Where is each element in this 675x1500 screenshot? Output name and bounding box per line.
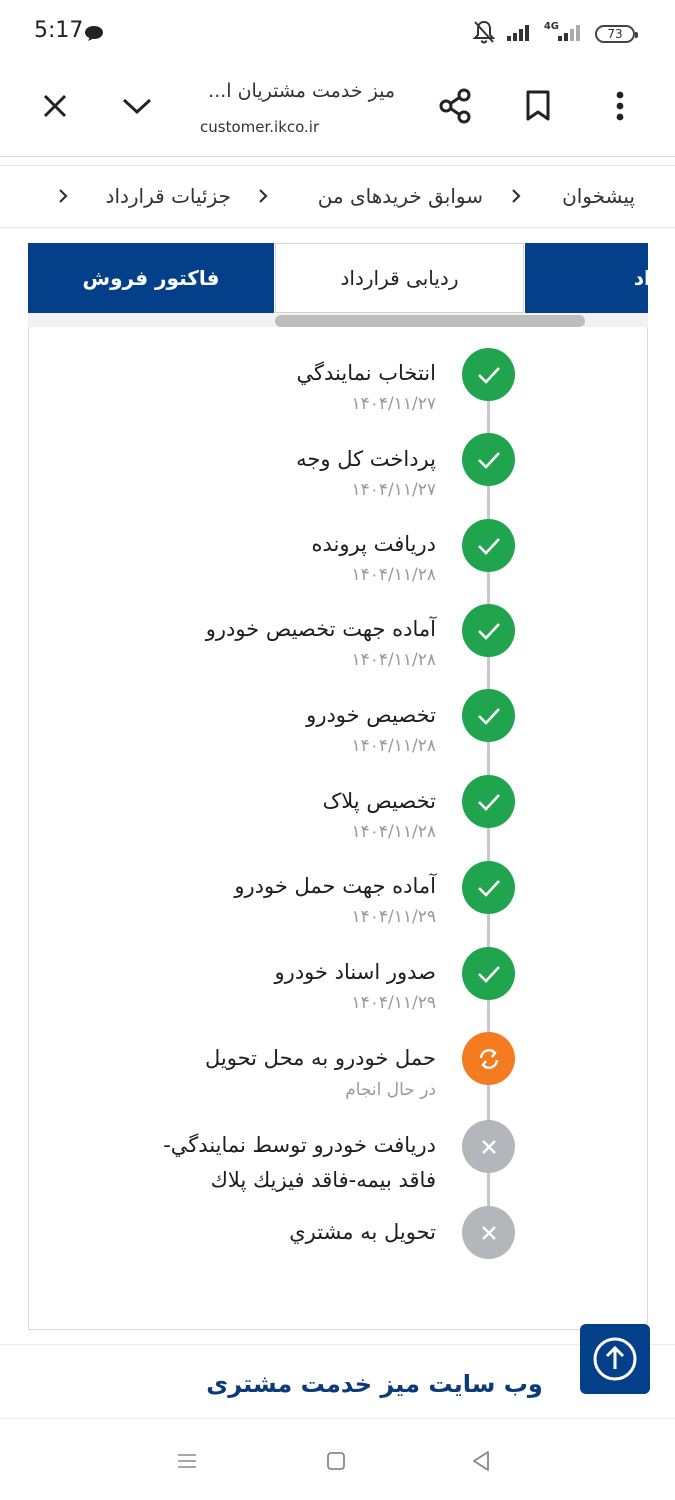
- share-icon[interactable]: [435, 86, 475, 126]
- step-title: تخصيص خودرو: [306, 703, 436, 727]
- step-date: ۱۴۰۴/۱۱/۲۹: [351, 907, 436, 927]
- bookmark-icon[interactable]: [518, 86, 558, 126]
- step-date: ۱۴۰۴/۱۱/۲۸: [351, 565, 436, 585]
- step-title: تحويل به مشتري: [289, 1220, 436, 1244]
- refresh-icon: [462, 1032, 515, 1085]
- breadcrumb-item-purchases[interactable]: سوابق خریدهای من: [318, 184, 483, 208]
- check-icon: [462, 947, 515, 1000]
- step-title: دریافت پرونده: [311, 532, 436, 556]
- system-nav-bar: [0, 1420, 675, 1500]
- step-title: تخصيص پلاک: [322, 789, 436, 813]
- signal-weak-icon: [557, 22, 585, 46]
- menu-icon[interactable]: [172, 1446, 202, 1476]
- status-time: 5:17: [34, 18, 84, 43]
- step-date: ۱۴۰۴/۱۱/۲۹: [351, 993, 436, 1013]
- step-title-line2: فاقد بيمه-فاقد فيزيك پلاك: [210, 1168, 436, 1192]
- tab-bar: فاکتور فروش ردیابی قرارداد قرارداد: [28, 243, 648, 313]
- step-title: دريافت خودرو توسط نمايندگي-: [163, 1133, 436, 1157]
- scroll-to-top-button[interactable]: [580, 1324, 650, 1394]
- check-icon: [462, 604, 515, 657]
- chevron-right-icon: [57, 186, 69, 210]
- close-icon[interactable]: [35, 86, 75, 126]
- page-title: میز خدمت مشتریان ا...: [208, 80, 395, 102]
- step-date: ۱۴۰۴/۱۱/۲۷: [351, 394, 436, 414]
- footer-title-text: وب سایت میز خدمت مشتری: [206, 1370, 543, 1398]
- chevron-right-icon: [257, 186, 269, 210]
- x-icon: [462, 1120, 515, 1173]
- check-icon: [462, 519, 515, 572]
- tab-scrollbar[interactable]: [275, 315, 585, 327]
- status-icons: 4G 73: [472, 19, 638, 49]
- browser-toolbar: میز خدمت مشتریان ا... customer.ikco.ir: [0, 64, 675, 156]
- check-icon: [462, 348, 515, 401]
- check-icon: [462, 861, 515, 914]
- step-date: ۱۴۰۴/۱۱/۲۸: [351, 822, 436, 842]
- tab-label: فاکتور فروش: [82, 266, 220, 290]
- check-icon: [462, 689, 515, 742]
- tab-sales-invoice[interactable]: فاکتور فروش: [28, 243, 274, 313]
- tab-label: ردیابی قرارداد: [340, 266, 459, 290]
- more-icon[interactable]: [600, 86, 640, 126]
- chevron-down-icon[interactable]: [117, 86, 157, 126]
- tab-contract-tracking[interactable]: ردیابی قرارداد: [275, 243, 524, 313]
- toolbar-divider: [0, 156, 675, 157]
- breadcrumb: پیشخوان سوابق خریدهای من جزئیات قرارداد: [0, 166, 675, 228]
- message-bubble-icon: [84, 25, 104, 42]
- arrow-up-icon: [593, 1337, 637, 1381]
- step-title: حمل خودرو به محل تحويل: [205, 1046, 436, 1070]
- footer-title[interactable]: وب سایت میز خدمت مشتری: [0, 1370, 675, 1398]
- muted-bell-icon: [472, 19, 496, 49]
- network-type: 4G: [543, 20, 559, 32]
- step-date: ۱۴۰۴/۱۱/۲۸: [351, 650, 436, 670]
- x-icon: [462, 1206, 515, 1259]
- step-date: ۱۴۰۴/۱۱/۲۸: [351, 736, 436, 756]
- check-icon: [462, 433, 515, 486]
- status-bar: 5:17 4G 73: [0, 0, 675, 64]
- chevron-right-icon: [510, 186, 522, 210]
- home-icon[interactable]: [321, 1446, 351, 1476]
- check-icon: [462, 775, 515, 828]
- step-title: آماده جهت حمل خودرو: [234, 874, 436, 898]
- step-date: ۱۴۰۴/۱۱/۲۷: [351, 480, 436, 500]
- back-icon[interactable]: [466, 1446, 496, 1476]
- signal-icon: [506, 22, 534, 46]
- tab-label: قرارداد: [633, 266, 648, 290]
- footer-divider: [0, 1344, 675, 1345]
- step-title: پرداخت کل وجه: [296, 447, 436, 471]
- page-url[interactable]: customer.ikco.ir: [200, 118, 319, 136]
- step-title: آماده جهت تخصيص خودرو: [205, 617, 436, 641]
- breadcrumb-item-home[interactable]: پیشخوان: [562, 184, 635, 208]
- step-title: صدور اسناد خودرو: [274, 960, 436, 984]
- tab-contract[interactable]: قرارداد: [525, 243, 648, 313]
- breadcrumb-item-contract[interactable]: جزئیات قرارداد: [106, 184, 231, 208]
- battery-icon: 73: [595, 25, 638, 43]
- step-status: در حال انجام: [345, 1080, 436, 1100]
- battery-level: 73: [607, 27, 623, 41]
- step-title: انتخاب نمايندگي: [296, 361, 436, 385]
- footer-divider: [0, 1418, 675, 1419]
